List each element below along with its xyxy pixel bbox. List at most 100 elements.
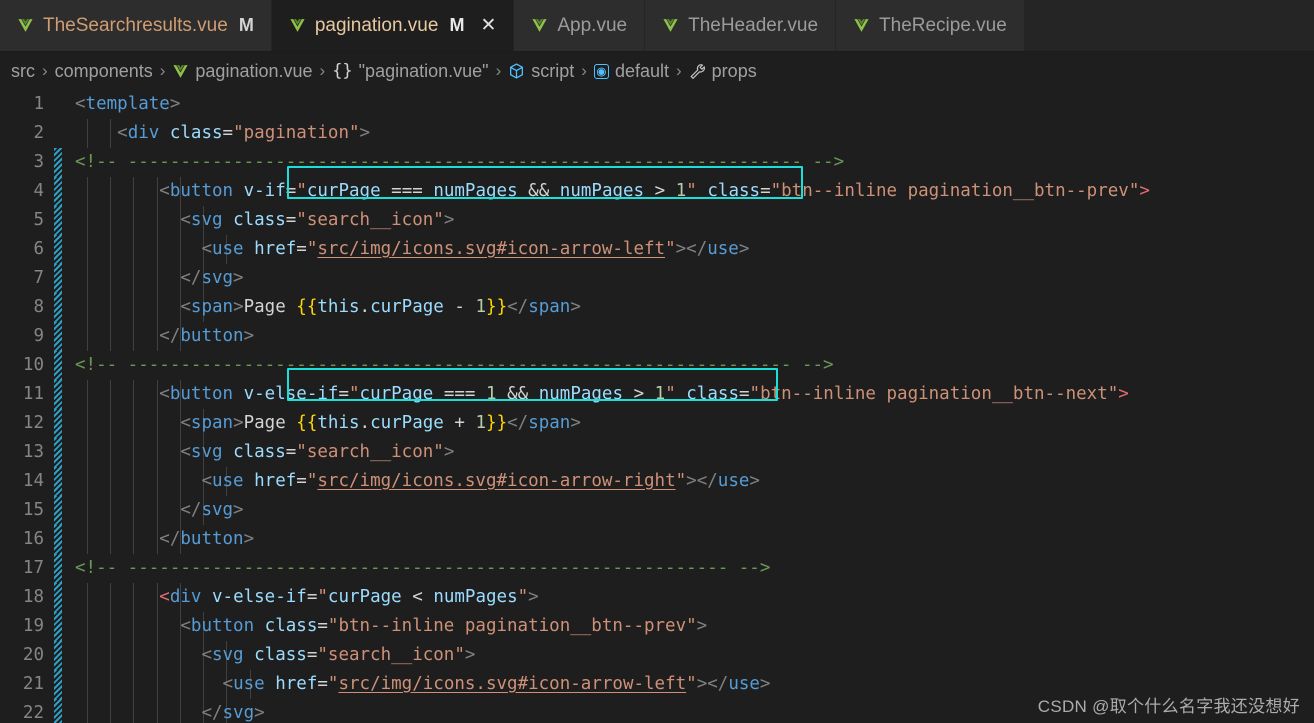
line-content: <span>Page {{this.curPage + 1}}</span> <box>180 413 581 433</box>
breadcrumb-label: "pagination.vue" <box>358 60 489 81</box>
tab-app-vue[interactable]: App.vue <box>514 0 646 51</box>
vue-icon <box>289 17 306 34</box>
code-lines[interactable]: 1 <template> 2 <div class="pagination"> … <box>0 90 1314 723</box>
code-line[interactable]: 10 <!-- --------------------------------… <box>0 351 1314 380</box>
line-content: <!-- -----------------------------------… <box>75 558 771 578</box>
breadcrumb-item-pagination-vue-symbol[interactable]: {} "pagination.vue" <box>329 61 491 82</box>
breadcrumb-item-props[interactable]: props <box>686 61 760 82</box>
tab-label: TheRecipe.vue <box>879 14 1007 36</box>
code-line[interactable]: 2 <div class="pagination"> <box>0 119 1314 148</box>
git-modified-gutter-marker <box>54 322 62 351</box>
code-line[interactable]: 18 <div v-else-if="curPage < numPages"> <box>0 583 1314 612</box>
line-number: 4 <box>33 181 44 201</box>
git-modified-gutter-marker <box>54 351 62 380</box>
line-number: 20 <box>22 645 44 665</box>
line-number: 2 <box>33 123 44 143</box>
line-content: </button> <box>159 529 255 549</box>
tab-pagination-vue[interactable]: pagination.vue M ✕ <box>271 0 515 51</box>
git-modified-gutter-marker <box>54 148 62 177</box>
code-line[interactable]: 19 <button class="btn--inline pagination… <box>0 612 1314 641</box>
code-line[interactable]: 8 <span>Page {{this.curPage - 1}}</span> <box>0 293 1314 322</box>
line-number: 16 <box>22 529 44 549</box>
code-line[interactable]: 17 <!-- --------------------------------… <box>0 554 1314 583</box>
line-content: <use href="src/img/icons.svg#icon-arrow-… <box>201 239 750 259</box>
line-number: 15 <box>22 500 44 520</box>
code-line[interactable]: 21 <use href="src/img/icons.svg#icon-arr… <box>0 670 1314 699</box>
code-line[interactable]: 7 </svg> <box>0 264 1314 293</box>
line-content: </svg> <box>180 268 244 288</box>
breadcrumb-separator: › <box>581 61 587 80</box>
line-content: <div class="pagination"> <box>117 123 371 143</box>
code-line[interactable]: 4 <button v-if="curPage === numPages && … <box>0 177 1314 206</box>
breadcrumb-label: props <box>711 60 757 81</box>
breadcrumb-item-pagination-vue[interactable]: pagination.vue <box>169 61 315 82</box>
breadcrumb-item-script[interactable]: script <box>505 61 577 82</box>
tab-bar-empty-space <box>1024 0 1314 51</box>
breadcrumb: src › components › pagination.vue › {} "… <box>0 52 1314 90</box>
breadcrumb-label: src <box>11 60 35 81</box>
breadcrumb-label: default <box>614 60 669 81</box>
tab-theheader-vue[interactable]: TheHeader.vue <box>645 0 837 51</box>
tab-modified-badge: M <box>449 15 465 35</box>
git-modified-gutter-marker <box>54 496 62 525</box>
line-content: <div v-else-if="curPage < numPages"> <box>159 587 539 607</box>
line-content: </svg> <box>180 500 244 520</box>
code-line[interactable]: 16 </button> <box>0 525 1314 554</box>
line-content: <use href="src/img/icons.svg#icon-arrow-… <box>222 674 771 694</box>
line-number: 10 <box>22 355 44 375</box>
vue-icon <box>172 63 189 80</box>
code-line[interactable]: 12 <span>Page {{this.curPage + 1}}</span… <box>0 409 1314 438</box>
code-line[interactable]: 9 </button> <box>0 322 1314 351</box>
tab-label: TheHeader.vue <box>688 14 819 36</box>
tab-label: pagination.vue <box>314 14 439 36</box>
breadcrumb-item-components[interactable]: components <box>52 61 156 82</box>
git-modified-gutter-marker <box>54 409 62 438</box>
git-modified-gutter-marker <box>54 293 62 322</box>
line-number: 9 <box>33 326 44 346</box>
line-number: 18 <box>22 587 44 607</box>
line-content: <button v-if="curPage === numPages && nu… <box>159 181 1150 201</box>
close-icon[interactable]: ✕ <box>480 16 496 35</box>
code-line[interactable]: 14 <use href="src/img/icons.svg#icon-arr… <box>0 467 1314 496</box>
git-modified-gutter-marker <box>54 264 62 293</box>
line-number: 12 <box>22 413 44 433</box>
breadcrumb-separator: › <box>495 61 502 80</box>
module-cube-icon <box>508 62 525 80</box>
braces-icon: {} <box>332 61 353 81</box>
code-line[interactable]: 5 <svg class="search__icon"> <box>0 206 1314 235</box>
vue-icon <box>662 17 679 34</box>
code-line[interactable]: 6 <use href="src/img/icons.svg#icon-arro… <box>0 235 1314 264</box>
git-modified-gutter-marker <box>54 177 62 206</box>
code-line[interactable]: 13 <svg class="search__icon"> <box>0 438 1314 467</box>
breadcrumb-separator: › <box>159 61 166 80</box>
line-content: <!-- -----------------------------------… <box>75 355 834 375</box>
code-line[interactable]: 1 <template> <box>0 90 1314 119</box>
tab-label: TheSearchresults.vue <box>43 14 228 36</box>
code-line[interactable]: 15 </svg> <box>0 496 1314 525</box>
code-line[interactable]: 22 </svg> <box>0 699 1314 723</box>
breadcrumb-separator: › <box>42 61 48 80</box>
breadcrumb-item-src[interactable]: src <box>8 61 38 82</box>
code-line[interactable]: 20 <svg class="search__icon"> <box>0 641 1314 670</box>
line-number: 17 <box>22 558 44 578</box>
line-content: </button> <box>159 326 255 346</box>
tab-therecipe-vue[interactable]: TheRecipe.vue <box>836 0 1025 51</box>
code-line[interactable]: 11 <button v-else-if="curPage === 1 && n… <box>0 380 1314 409</box>
git-modified-gutter-marker <box>54 699 62 723</box>
line-number: 14 <box>22 471 44 491</box>
line-number: 22 <box>22 703 44 723</box>
git-modified-gutter-marker <box>54 670 62 699</box>
editor-tab-bar: TheSearchresults.vue M pagination.vue M … <box>0 0 1314 52</box>
tab-thesearchresults-vue[interactable]: TheSearchresults.vue M <box>0 0 272 51</box>
line-content: <use href="src/img/icons.svg#icon-arrow-… <box>201 471 760 491</box>
wrench-icon <box>689 63 706 80</box>
git-modified-gutter-marker <box>54 438 62 467</box>
line-number: 21 <box>22 674 44 694</box>
breadcrumb-item-default[interactable]: ◉ default <box>591 61 672 82</box>
git-modified-gutter-marker <box>54 641 62 670</box>
code-line[interactable]: 3 <!-- ---------------------------------… <box>0 148 1314 177</box>
git-modified-gutter-marker <box>54 206 62 235</box>
line-content: <!-- -----------------------------------… <box>75 152 845 172</box>
code-editor[interactable]: 1 <template> 2 <div class="pagination"> … <box>0 90 1314 723</box>
line-number: 13 <box>22 442 44 462</box>
